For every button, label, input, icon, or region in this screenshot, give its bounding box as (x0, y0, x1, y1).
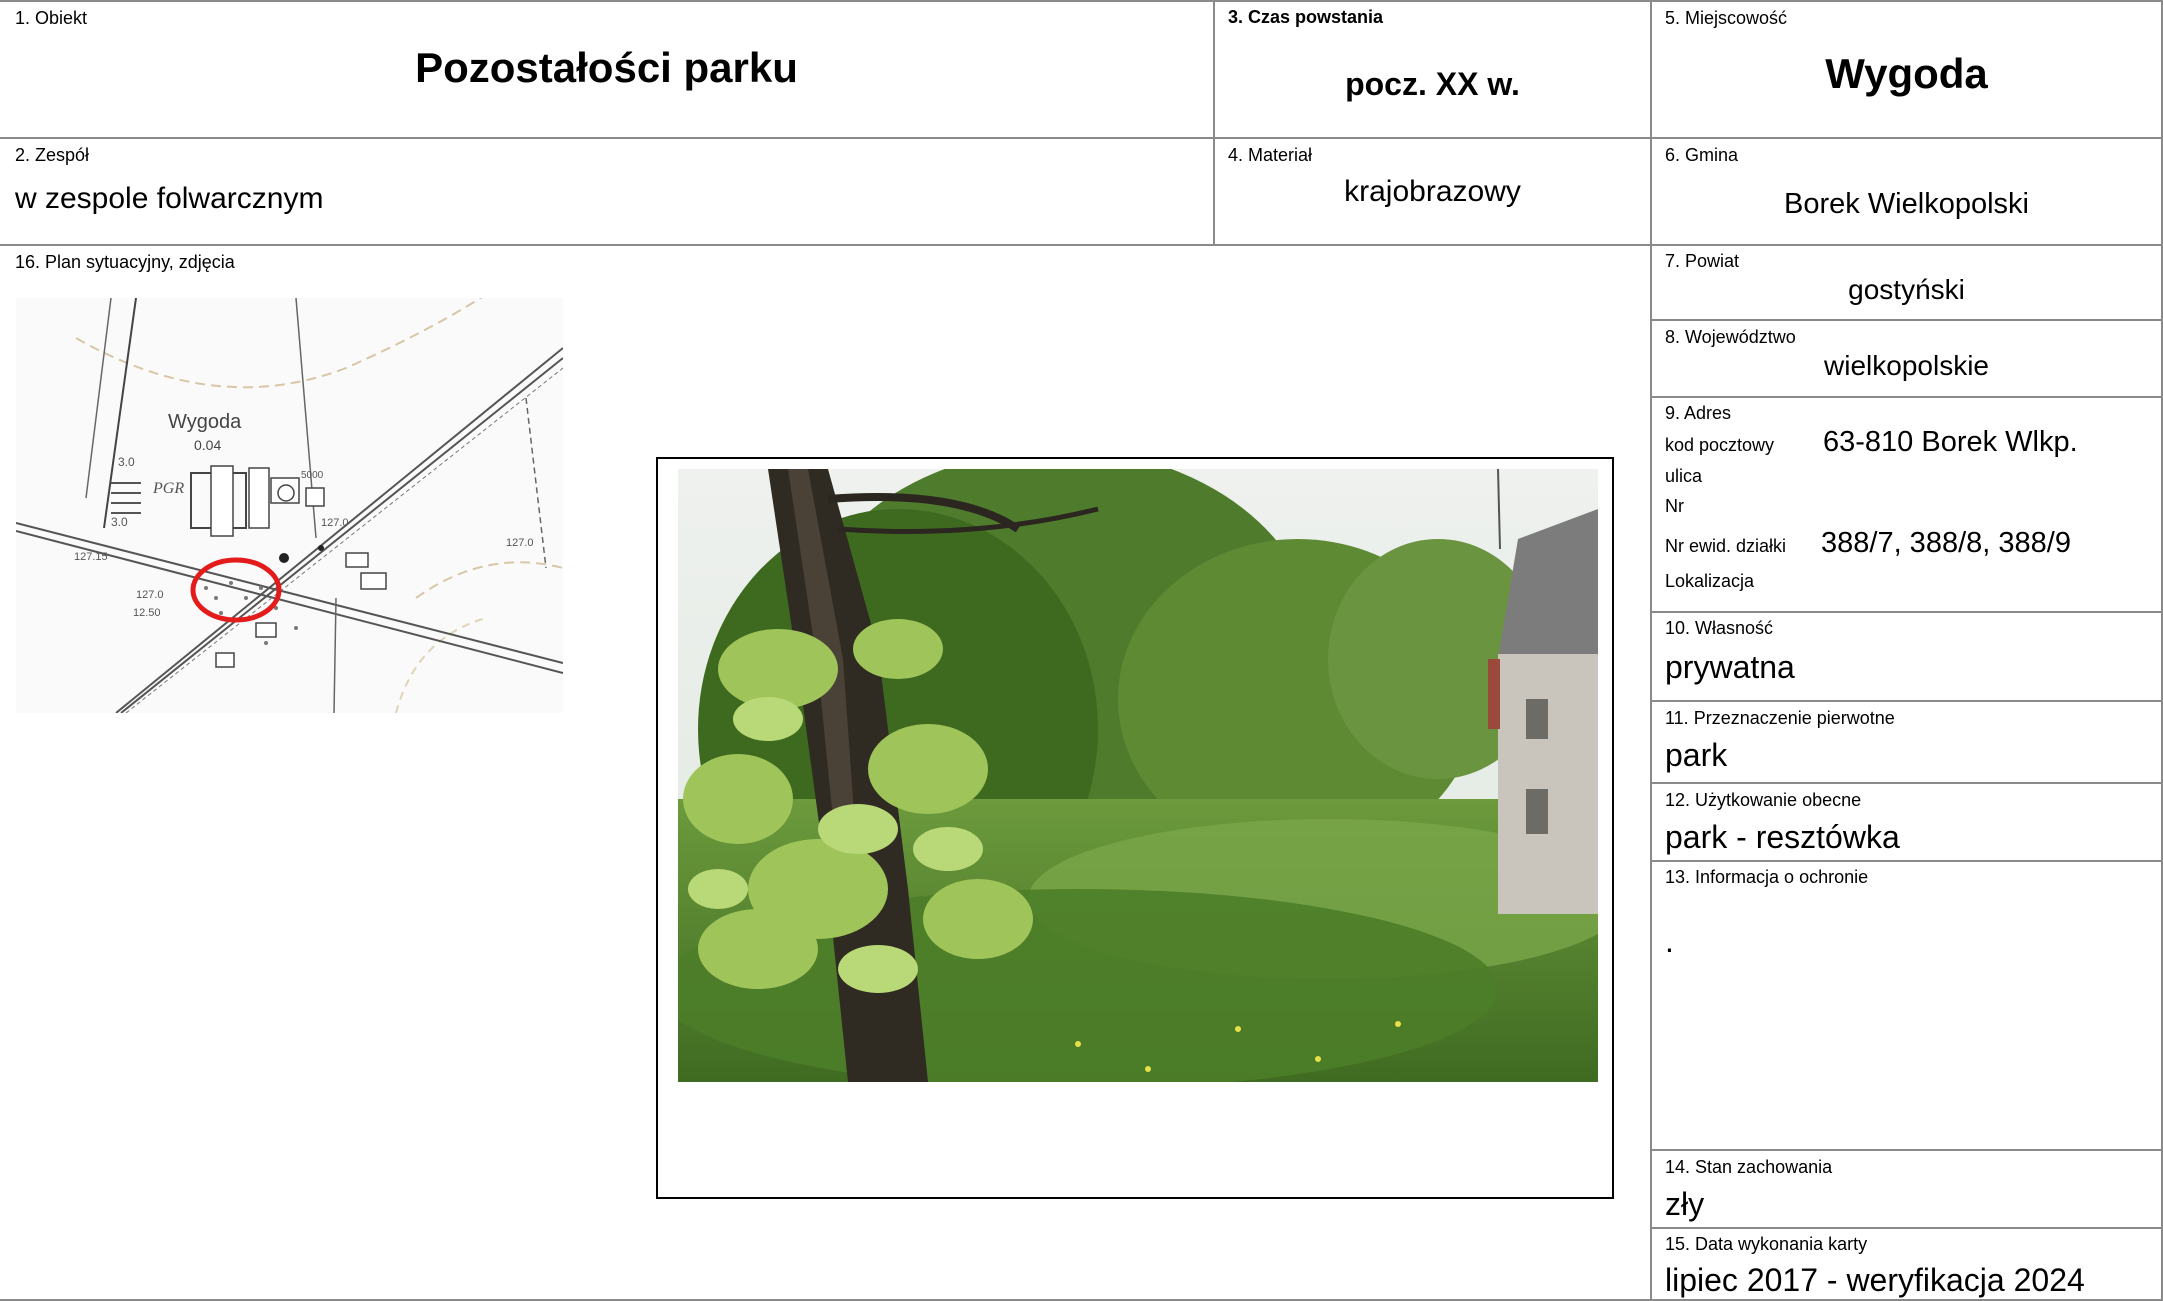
park-photo (678, 469, 1598, 1082)
map-pgr-label: PGR (152, 480, 184, 497)
wlasnosc-value: prywatna (1665, 649, 1795, 685)
divider-adres (1650, 611, 2163, 613)
zespol-value: w zespole folwarcznym (15, 182, 324, 215)
map-n5: 12.50 (133, 607, 161, 619)
row-divider-1 (0, 137, 2163, 139)
zespol-label: 2. Zespół (15, 145, 90, 165)
map-n8: 5000 (301, 470, 324, 481)
powiat-label: 7. Powiat (1665, 251, 1740, 271)
kod-label: kod pocztowy (1665, 435, 1775, 455)
obiekt-label: 1. Obiekt (15, 8, 88, 28)
data-karty-value: lipiec 2017 - weryfikacja 2024 (1665, 1262, 2085, 1298)
dzialki-label: Nr ewid. działki (1665, 536, 1787, 556)
uzytkowanie-label: 12. Użytkowanie obecne (1665, 790, 1862, 810)
czas-value: pocz. XX w. (1345, 66, 1520, 102)
border-top (0, 0, 2163, 2)
wojewodztwo-value: wielkopolskie (1824, 350, 1989, 381)
col-divider-1 (1213, 0, 1215, 246)
map-n7: 127.0 (321, 517, 349, 529)
dzialki-value: 388/7, 388/8, 388/9 (1821, 527, 2071, 559)
adres-label: 9. Adres (1665, 403, 1732, 423)
gmina-label: 6. Gmina (1665, 145, 1739, 165)
material-label: 4. Materiał (1228, 145, 1313, 165)
wlasnosc-label: 10. Własność (1665, 618, 1774, 638)
data-karty-label: 15. Data wykonania karty (1665, 1234, 1868, 1254)
wojewodztwo-label: 8. Województwo (1665, 327, 1796, 347)
ochrona-value: . (1665, 923, 1674, 959)
uzytkowanie-value: park - resztówka (1665, 819, 1900, 855)
nr-label: Nr (1665, 496, 1684, 516)
photo-frame (656, 457, 1614, 1199)
situation-map: Wygoda 0.04 PGR 3.0 3.0 127.15 127.0 12.… (16, 298, 563, 713)
lokalizacja-label: Lokalizacja (1665, 571, 1755, 591)
map-n3: 127.15 (74, 551, 108, 563)
divider-uzytkowanie (1650, 860, 2163, 862)
row-divider-2 (0, 244, 2163, 246)
stan-label: 14. Stan zachowania (1665, 1157, 1833, 1177)
map-place-label: Wygoda (168, 411, 242, 433)
obiekt-value: Pozostałości parku (415, 44, 798, 91)
czas-label: 3. Czas powstania (1228, 7, 1384, 27)
map-n1: 3.0 (118, 455, 135, 469)
divider-wojewodztwo (1650, 396, 2163, 398)
divider-ochrona (1650, 1149, 2163, 1151)
ochrona-label: 13. Informacja o ochronie (1665, 867, 1869, 887)
divider-stan (1650, 1227, 2163, 1229)
ulica-label: ulica (1665, 466, 1703, 486)
plan-label: 16. Plan sytuacyjny, zdjęcia (15, 252, 235, 272)
material-value: krajobrazowy (1344, 175, 1521, 208)
divider-powiat (1650, 319, 2163, 321)
divider-przeznaczenie (1650, 782, 2163, 784)
miejscowosc-label: 5. Miejscowość (1665, 8, 1788, 28)
stan-value: zły (1665, 1186, 1705, 1222)
gmina-value: Borek Wielkopolski (1784, 188, 2029, 220)
kod-value: 63-810 Borek Wlkp. (1823, 426, 2078, 458)
map-n2: 3.0 (111, 515, 128, 529)
przeznaczenie-label: 11. Przeznaczenie pierwotne (1665, 708, 1895, 728)
przeznaczenie-value: park (1665, 737, 1728, 773)
divider-wlasnosc (1650, 700, 2163, 702)
map-n4: 127.0 (136, 589, 164, 601)
map-elev-label: 0.04 (194, 437, 221, 453)
map-n6: 127.0 (506, 537, 534, 549)
powiat-value: gostyński (1848, 274, 1965, 305)
miejscowosc-value: Wygoda (1825, 50, 1988, 97)
